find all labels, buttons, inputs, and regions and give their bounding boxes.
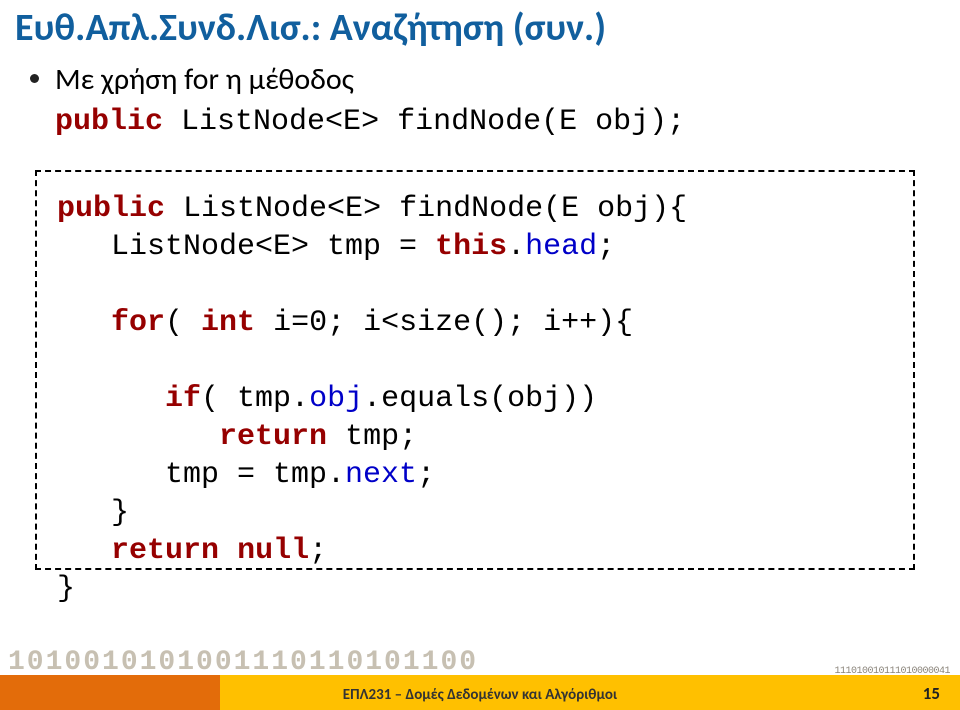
kw-null: null: [237, 534, 309, 568]
code-l6b: ;: [417, 458, 435, 492]
attr-obj: obj: [309, 382, 363, 416]
code-l4c: .equals(obj)): [363, 382, 597, 416]
bullet-text: Με χρήση for η μέθοδος public ListNode<E…: [55, 60, 685, 142]
code-l4b: ( tmp.: [201, 382, 309, 416]
footer-binary-decoration: 1010010101001110110101100: [0, 647, 960, 675]
binary-big: 1010010101001110110101100: [0, 647, 478, 675]
kw-int: int: [201, 306, 255, 340]
bullet-row: Με χρήση for η μέθοδος public ListNode<E…: [30, 60, 685, 142]
code-l3c: i=0; i<size(); i++){: [255, 306, 633, 340]
code-l8b: [219, 534, 237, 568]
footer-text: ΕΠΛ231 – Δομές Δεδομένων και Αλγόριθμοι: [0, 686, 960, 704]
page-number: 15: [923, 683, 940, 704]
code-l3a: [57, 306, 111, 340]
bullet-intro: Με χρήση for η μέθοδος: [55, 61, 354, 98]
kw-this: this: [435, 230, 507, 264]
kw-return1: return: [219, 420, 327, 454]
attr-head: head: [525, 230, 597, 264]
kw-for: for: [111, 306, 165, 340]
code-l4a: [57, 382, 165, 416]
bullet-dot-icon: [30, 74, 39, 83]
code-l9: }: [57, 572, 75, 606]
code-sig: ListNode<E> findNode(E obj){: [165, 192, 687, 226]
code-l2b: .: [507, 230, 525, 264]
code-l5a: [57, 420, 219, 454]
code-l6a: tmp = tmp.: [57, 458, 345, 492]
code-l2c: ;: [597, 230, 615, 264]
bullet-signature: ListNode<E> findNode(E obj);: [163, 105, 685, 139]
code-l5b: tmp;: [327, 420, 417, 454]
slide: Ευθ.Απλ.Συνδ.Λισ.: Αναζήτηση (συν.) Με χ…: [0, 0, 960, 710]
slide-title: Ευθ.Απλ.Συνδ.Λισ.: Αναζήτηση (συν.): [15, 5, 606, 51]
code-l8c: ;: [309, 534, 327, 568]
code-box: public ListNode<E> findNode(E obj){ List…: [35, 170, 915, 570]
kw-if: if: [165, 382, 201, 416]
footer: 1010010101001110110101100 11101001011101…: [0, 655, 960, 710]
kw-return2: return: [111, 534, 219, 568]
attr-next: next: [345, 458, 417, 492]
kw-public: public: [57, 192, 165, 226]
keyword-public: public: [55, 105, 163, 139]
code-l7: }: [57, 496, 129, 530]
code-l3b: (: [165, 306, 201, 340]
code-l8a: [57, 534, 111, 568]
code-l2a: ListNode<E> tmp =: [57, 230, 435, 264]
